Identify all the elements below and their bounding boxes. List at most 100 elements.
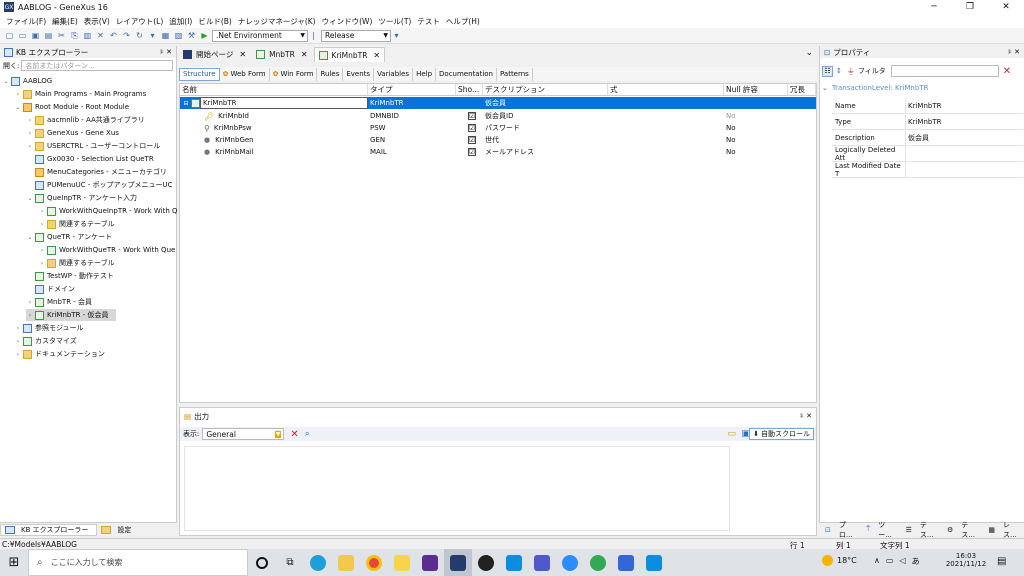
save-icon[interactable]: ▣ [30, 30, 41, 41]
table-row[interactable]: 🔑︎ KriMnbId DMNBID ☑ 仮会員ID No [180, 110, 816, 122]
tree-item-customize[interactable]: › カスタマイズ [14, 335, 77, 347]
menu-insert[interactable]: 追加(I) [169, 16, 192, 27]
tab-win-form[interactable]: ✿ Win Form [270, 67, 318, 81]
grid-icon[interactable]: ▧ [173, 30, 184, 41]
output-text-area[interactable] [184, 446, 730, 531]
tree-item-main-programs[interactable]: › Main Programs - Main Programs [14, 88, 146, 100]
maximize-button[interactable]: ❐ [952, 0, 988, 14]
col-header-name[interactable]: 名前 [180, 84, 368, 96]
chrome-icon-2[interactable] [584, 549, 612, 576]
delete-icon[interactable]: ✕ [95, 30, 106, 41]
windows-start-button[interactable]: ⊞ [0, 549, 28, 576]
col-header-type[interactable]: タイプ [368, 84, 456, 96]
menu-file[interactable]: ファイル(F) [6, 16, 46, 27]
open-folder-icon[interactable]: ▭ [727, 429, 736, 439]
clear-filter-icon[interactable]: ✕ [1003, 66, 1011, 77]
tab-krimnbtr[interactable]: KriMnbTR ✕ [313, 47, 386, 62]
run-icon[interactable]: ▶ [199, 30, 210, 41]
configuration-select[interactable]: Release ▼ [321, 29, 391, 42]
col-header-redundant[interactable]: 冗長 [788, 84, 816, 96]
skype-icon-1[interactable] [500, 549, 528, 576]
cortana-icon[interactable] [248, 549, 276, 576]
menu-build[interactable]: ビルド(B) [198, 16, 232, 27]
zoom-icon[interactable] [556, 549, 584, 576]
clear-icon[interactable]: ✕ [290, 429, 298, 440]
pin-icon[interactable]: ⊧ ✕ [800, 412, 812, 420]
tab-documentation[interactable]: Documentation [436, 67, 497, 81]
show-checkbox[interactable]: ☑ [468, 124, 476, 132]
table-row[interactable]: ⚲ KriMnbPsw PSW ☑ パスワード No [180, 122, 816, 134]
sync-icon[interactable]: ↻ [134, 30, 145, 41]
tab-patterns[interactable]: Patterns [497, 67, 533, 81]
toolbar-overflow-icon[interactable]: ▾ [391, 30, 402, 41]
tree-item-references[interactable]: › 参照モジュール [14, 322, 84, 334]
clock[interactable]: 16:03 2021/11/12 [944, 552, 988, 568]
tree-item-quetr[interactable]: ⌄ QueTR - アンケート [26, 231, 112, 243]
network-icon[interactable]: ▭ [886, 556, 894, 567]
tree-item-pumenuuc[interactable]: PUMenuUC - ポップアップメニューUC [26, 179, 173, 191]
taskbar-search-box[interactable]: ⌕ ここに入力して検索 [28, 549, 248, 576]
tree-item-menucategories[interactable]: MenuCategories - メニューカテゴリ [26, 166, 167, 178]
save-all-icon[interactable]: ▤ [43, 30, 54, 41]
menu-layout[interactable]: レイアウト(L) [116, 16, 164, 27]
tab-help[interactable]: Help [413, 67, 437, 81]
table-row[interactable]: ● KriMnbGen GEN ☑ 世代 No [180, 134, 816, 146]
tab-kb-explorer[interactable]: KB エクスプローラー [0, 523, 98, 536]
tab-test-1[interactable]: ☰ テス... [900, 520, 941, 540]
weather-widget[interactable]: 18°C [822, 555, 857, 566]
tab-properties[interactable]: ⊡ プロ... [819, 520, 860, 540]
transaction-level-header[interactable]: ⌄ TransactionLevel: KriMnbTR [822, 84, 928, 92]
edge-icon[interactable] [304, 549, 332, 576]
col-header-description[interactable]: デスクリプション [483, 84, 608, 96]
tab-settings[interactable]: 設定 [97, 525, 139, 535]
attr-name[interactable]: KriMnbTR [200, 97, 368, 109]
menu-knowledge-manager[interactable]: ナレッジマネージャ(K) [238, 16, 316, 27]
collapse-icon[interactable]: ⊟ [182, 100, 190, 107]
tree-item-queinptr[interactable]: ⌄ QueInpTR - アンケート入力 [26, 192, 137, 204]
auto-scroll-button[interactable]: ⬇ 自動スクロール [749, 428, 814, 440]
app-icon-1[interactable] [416, 549, 444, 576]
tab-web-form[interactable]: ✿ Web Form [220, 67, 270, 81]
show-checkbox[interactable]: ☑ [468, 112, 476, 120]
tree-item-gx0030[interactable]: Gx0030 - Selection List QueTR [26, 153, 154, 165]
tree-item-mnbtr[interactable]: › MnbTR - 会員 [26, 296, 92, 308]
sticky-notes-icon[interactable] [388, 549, 416, 576]
redo-icon[interactable]: ↷ [121, 30, 132, 41]
pin-icon[interactable]: ⊧ ✕ [1008, 48, 1020, 56]
new-object-icon[interactable]: ▢ [4, 30, 15, 41]
volume-icon[interactable]: ◁ [899, 556, 905, 567]
filter-icon[interactable]: ⏚ [847, 66, 855, 77]
task-view-icon[interactable]: ⧉ [276, 549, 304, 576]
show-checkbox[interactable]: ☑ [468, 136, 476, 144]
tools-icon[interactable]: ⚒ [186, 30, 197, 41]
chrome-icon[interactable] [360, 549, 388, 576]
tree-item-genexus[interactable]: › GeneXus - Gene Xus [26, 127, 119, 139]
property-value[interactable]: KriMnbTR [906, 118, 941, 126]
table-row[interactable]: ⊟ KriMnbTR KriMnbTR 仮会員 [180, 97, 816, 109]
menu-tools[interactable]: ツール(T) [378, 16, 411, 27]
tab-start-page[interactable]: 開始ページ ✕ [179, 47, 250, 62]
col-header-show[interactable]: Sho... [456, 84, 483, 96]
categorized-icon[interactable]: ☷ [822, 65, 833, 77]
minimize-button[interactable]: ─ [916, 0, 952, 14]
tree-item-workwithquetr[interactable]: › WorkWithQueTR - Work With Que [38, 244, 175, 256]
tree-item-domains[interactable]: ドメイン [26, 283, 75, 295]
undo-icon[interactable]: ↶ [108, 30, 119, 41]
tree-item-documentation[interactable]: › ドキュメンテーション [14, 348, 105, 360]
tree-item-testwp[interactable]: TestWP - 動作テスト [26, 270, 114, 282]
col-header-nullable[interactable]: Null 許容 [724, 84, 788, 96]
tree-item-userctrl[interactable]: › USERCTRL - ユーザーコントロール [26, 140, 160, 152]
ime-icon[interactable]: あ [912, 556, 920, 567]
tab-responsive[interactable]: ▦ レス... [982, 520, 1024, 540]
property-value[interactable]: KriMnbTR [906, 102, 941, 110]
tab-test-2[interactable]: ⚙ テス... [941, 520, 982, 540]
tree-item-kb[interactable]: ⌄ AABLOG [2, 75, 52, 87]
notifications-icon[interactable]: ▤ [997, 556, 1006, 567]
menu-edit[interactable]: 編集(E) [52, 16, 78, 27]
menu-test[interactable]: テスト [417, 16, 440, 27]
col-header-formula[interactable]: 式 [608, 84, 724, 96]
filter-input[interactable] [890, 65, 999, 77]
pin-icon[interactable]: ⊧ ✕ [160, 48, 172, 56]
tab-variables[interactable]: Variables [374, 67, 414, 81]
table-row[interactable]: ● KriMnbMail MAIL ☑ メールアドレス No [180, 146, 816, 158]
